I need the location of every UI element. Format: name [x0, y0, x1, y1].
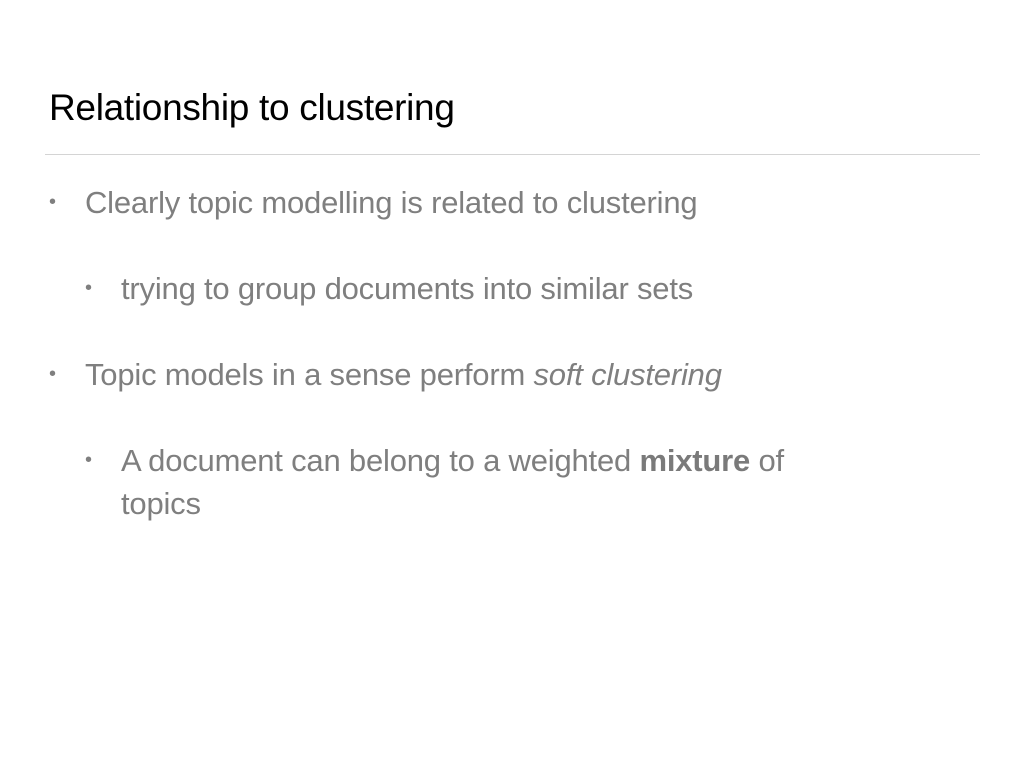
bullet-text: Clearly topic modelling is related to cl…	[85, 185, 698, 220]
bullet-text: Topic models in a sense perform soft clu…	[85, 353, 722, 396]
bullet-text: A document can belong to a weighted mixt…	[121, 439, 784, 482]
bullet-text-line2: topics	[121, 486, 201, 521]
bullet-text-bold: mixture	[639, 443, 751, 478]
bullet-text-plain-after: of	[750, 443, 784, 478]
bullet-item: • Topic models in a sense perform soft c…	[49, 353, 985, 396]
bullet-text-plain: Topic models in a sense perform	[85, 357, 534, 392]
title-divider	[45, 154, 980, 155]
bullet-item: • Clearly topic modelling is related to …	[49, 181, 985, 224]
sub-bullet-item: • A document can belong to a weighted mi…	[85, 439, 981, 525]
bullet-text: trying to group documents into similar s…	[121, 271, 694, 306]
bullet-dot-icon: •	[49, 191, 56, 213]
bullet-dot-icon: •	[85, 277, 92, 299]
sub-bullet-item: • trying to group documents into similar…	[85, 267, 981, 310]
bullet-dot-icon: •	[85, 449, 92, 471]
slide: Relationship to clustering • Clearly top…	[0, 0, 1024, 768]
bullet-text-plain: A document can belong to a weighted	[121, 443, 640, 478]
bullet-text-italic: soft clustering	[533, 357, 722, 392]
bullet-dot-icon: •	[49, 363, 56, 385]
slide-title: Relationship to clustering	[49, 87, 455, 128]
